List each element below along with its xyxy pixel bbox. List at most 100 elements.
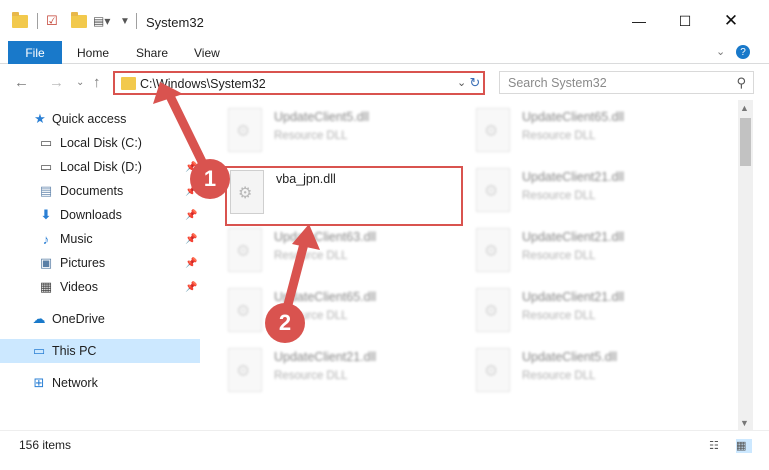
search-placeholder: Search System32 [508, 76, 607, 90]
file-name: UpdateClient5.dll [522, 350, 618, 364]
sidebar-item-onedrive[interactable]: ☁ OneDrive [0, 307, 200, 331]
sidebar-item-local-disk-d[interactable]: ▭ Local Disk (D:) 📌 [0, 155, 200, 179]
file-name: UpdateClient21.dll [522, 170, 625, 184]
download-icon: ⬇ [40, 207, 52, 222]
file-item[interactable]: UpdateClient5.dll Resource DLL [476, 348, 706, 396]
folder-icon[interactable] [12, 11, 28, 31]
computer-icon: ▭ [32, 343, 46, 358]
minimize-button[interactable]: — [616, 6, 662, 36]
sidebar-item-network[interactable]: ⊞ Network [0, 371, 200, 395]
divider [37, 13, 38, 29]
close-button[interactable]: ✕ [708, 6, 754, 36]
new-folder-icon[interactable] [71, 11, 87, 31]
star-icon: ★ [34, 111, 46, 126]
music-icon: ♪ [42, 231, 50, 247]
dll-file-icon [476, 168, 510, 212]
sidebar-item-videos[interactable]: ▦ Videos 📌 [0, 275, 200, 299]
file-item[interactable]: UpdateClient65.dll Resource DLL [476, 108, 706, 156]
sidebar-item-label: This PC [52, 344, 97, 358]
address-row: ← → ⌄ ↑ C:\Windows\System32 ⌄ ↻ Search S… [0, 64, 769, 100]
file-name: UpdateClient65.dll [522, 110, 625, 124]
properties-icon[interactable]: ☑ [46, 11, 58, 31]
file-name: UpdateClient63.dll [274, 230, 377, 244]
vertical-scrollbar[interactable]: ▲ ▼ [738, 100, 753, 430]
sidebar-item-music[interactable]: ♪ Music 📌 [0, 227, 200, 251]
file-item[interactable]: UpdateClient65.dll Resource DLL [228, 288, 458, 336]
sidebar-item-pictures[interactable]: ▣ Pictures 📌 [0, 251, 200, 275]
sidebar-item-label: Music [60, 232, 93, 246]
pin-icon[interactable]: 📌 [185, 210, 197, 221]
chevron-down-icon[interactable]: ⌄ [716, 45, 725, 58]
file-type: Resource DLL [522, 190, 596, 202]
tab-home[interactable]: Home [77, 46, 109, 60]
file-name: UpdateClient21.dll [522, 290, 625, 304]
dll-file-icon [228, 108, 262, 152]
file-item[interactable]: UpdateClient21.dll Resource DLL [228, 348, 458, 396]
pin-icon[interactable]: 📌 [185, 258, 197, 269]
step-badge-2: 2 [265, 303, 305, 343]
scroll-down-icon[interactable]: ▼ [740, 418, 749, 428]
drive-icon: ▭ [39, 159, 53, 174]
file-type: Resource DLL [274, 250, 348, 262]
file-name: UpdateClient5.dll [274, 110, 370, 124]
dll-file-icon [476, 288, 510, 332]
address-path[interactable]: C:\Windows\System32 [140, 77, 266, 91]
up-arrow-icon[interactable]: ↑ [93, 74, 101, 91]
sidebar-item-label: Local Disk (C:) [60, 136, 142, 150]
search-input[interactable]: Search System32 ⚲ [499, 71, 754, 94]
dll-file-icon [228, 348, 262, 392]
dll-file-icon [228, 288, 262, 332]
sidebar-item-label: Downloads [60, 208, 122, 222]
sidebar-item-label: Pictures [60, 256, 106, 270]
customize-quick-access-icon[interactable]: ▤▾ [93, 11, 110, 31]
status-bar: 156 items ☷ ▦ [0, 430, 769, 460]
chevron-down-icon[interactable]: ▼ [120, 11, 130, 31]
file-item[interactable]: UpdateClient63.dll Resource DLL [228, 228, 458, 276]
sidebar-item-label: Documents [60, 184, 124, 198]
tab-file[interactable]: File [8, 41, 62, 64]
file-item-vba-jpn[interactable]: vba_jpn.dll [230, 170, 460, 218]
file-item[interactable]: UpdateClient21.dll Resource DLL [476, 168, 706, 216]
network-icon: ⊞ [33, 375, 45, 390]
sidebar-item-local-disk-c[interactable]: ▭ Local Disk (C:) [0, 131, 200, 155]
sidebar-item-downloads[interactable]: ⬇ Downloads 📌 [0, 203, 200, 227]
tab-view[interactable]: View [194, 46, 220, 60]
file-type: Resource DLL [522, 370, 596, 382]
file-type: Resource DLL [522, 310, 596, 322]
dll-file-icon [228, 228, 262, 272]
pin-icon[interactable]: 📌 [185, 234, 197, 245]
dll-file-icon [230, 170, 264, 214]
forward-arrow-icon[interactable]: → [49, 74, 64, 91]
large-icons-view-icon[interactable]: ▦ [736, 439, 752, 453]
videos-icon: ▦ [39, 279, 53, 294]
scroll-up-icon[interactable]: ▲ [740, 103, 749, 113]
refresh-button[interactable]: ↻ [464, 69, 486, 97]
search-icon: ⚲ [736, 75, 746, 90]
details-view-icon[interactable]: ☷ [709, 439, 725, 453]
address-bar[interactable]: C:\Windows\System32 ⌄ [113, 71, 485, 95]
sidebar-item-label: Network [52, 376, 98, 390]
maximize-button[interactable]: ☐ [662, 6, 708, 36]
sidebar-item-label: OneDrive [52, 312, 105, 326]
file-item[interactable]: UpdateClient21.dll Resource DLL [476, 228, 706, 276]
back-arrow-icon[interactable]: ← [14, 74, 29, 91]
divider [136, 13, 137, 29]
sidebar-item-this-pc[interactable]: ▭ This PC [0, 339, 200, 363]
sidebar-item-quick-access[interactable]: ★ Quick access [0, 107, 200, 131]
recent-locations-chevron-icon[interactable]: ⌄ [76, 77, 84, 88]
drive-icon: ▭ [39, 135, 53, 150]
file-type: Resource DLL [522, 130, 596, 142]
file-item[interactable]: UpdateClient5.dll Resource DLL [228, 108, 458, 156]
item-count: 156 items [19, 438, 72, 452]
file-item[interactable]: UpdateClient21.dll Resource DLL [476, 288, 706, 336]
sidebar-item-documents[interactable]: ▤ Documents 📌 [0, 179, 200, 203]
file-name: vba_jpn.dll [276, 172, 336, 186]
sidebar-item-label: Quick access [52, 112, 127, 126]
cloud-icon: ☁ [32, 311, 46, 326]
pin-icon[interactable]: 📌 [185, 282, 197, 293]
help-icon[interactable]: ? [736, 45, 750, 59]
scrollbar-thumb[interactable] [740, 118, 751, 166]
file-type: Resource DLL [274, 370, 348, 382]
tab-share[interactable]: Share [136, 46, 168, 60]
sidebar-item-label: Local Disk (D:) [60, 160, 142, 174]
